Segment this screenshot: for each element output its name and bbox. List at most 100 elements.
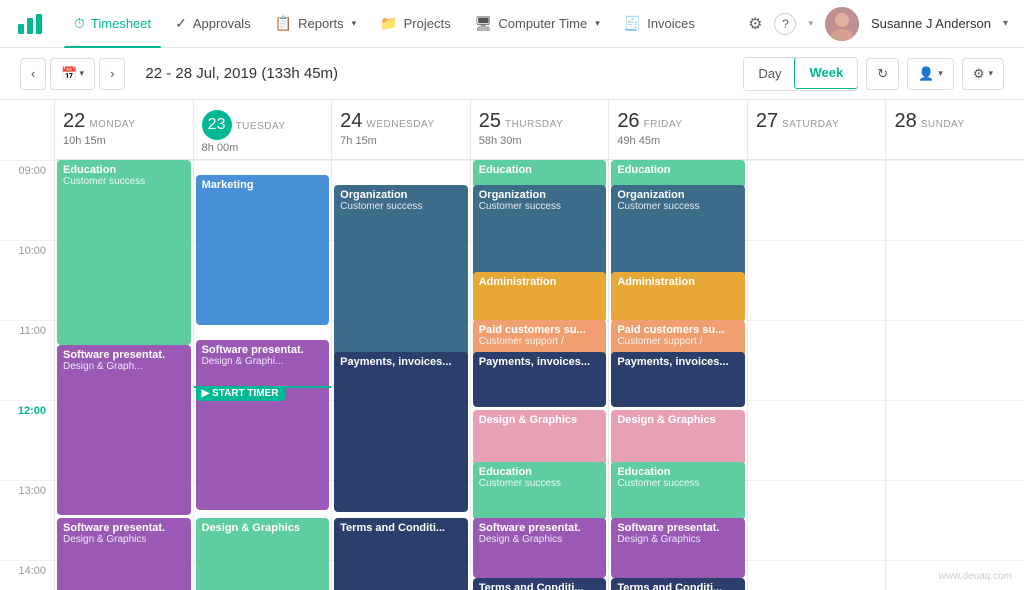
event-subtitle: Customer success <box>479 201 601 212</box>
check-icon: ✓ <box>175 15 187 32</box>
day-name-24: WEDNESDAY <box>366 119 434 130</box>
day-name-22: MONDAY <box>89 119 135 130</box>
day-column-23: 23TUESDAY8h 00mMarketingSoftware present… <box>194 100 333 590</box>
day-header-25: 25THURSDAY58h 30m <box>471 100 609 160</box>
day-body-24: OrganizationCustomer successPayments, in… <box>332 160 470 590</box>
calendar-icon: 📅 <box>61 66 77 82</box>
hour-line-4 <box>748 480 886 560</box>
event-block[interactable]: Software presentat.Design & Graphi... <box>196 340 330 510</box>
hour-line-4 <box>886 480 1024 560</box>
calendar-settings-icon: ⚙ <box>973 66 985 82</box>
nav-invoices[interactable]: 🧾 Invoices <box>614 0 705 48</box>
nav-computer-time[interactable]: 🖥 Computer Time ▾ <box>465 0 610 48</box>
event-block[interactable]: Software presentat.Design & Graphics <box>57 518 191 590</box>
event-block[interactable]: Design & Graphics <box>473 410 607 465</box>
day-total-26: 49h 45m <box>617 135 739 147</box>
nav-approvals[interactable]: ✓ Approvals <box>165 0 261 48</box>
hour-line-0 <box>886 160 1024 240</box>
event-block[interactable]: EducationCustomer success <box>473 462 607 520</box>
event-subtitle: Design & Graphics <box>617 534 739 545</box>
event-title: Payments, invoices... <box>617 356 739 368</box>
help-icon[interactable]: ? <box>774 13 796 35</box>
user-filter-button[interactable]: 👤 ▾ <box>907 58 954 90</box>
reports-chevron-icon: ▾ <box>352 18 357 29</box>
day-body-22: EducationCustomer successSoftware presen… <box>55 160 193 590</box>
monitor-icon: 🖥 <box>475 15 493 32</box>
next-button[interactable]: › <box>99 58 125 90</box>
event-title: Design & Graphics <box>202 522 324 534</box>
event-title: Software presentat. <box>63 522 185 534</box>
start-timer-button[interactable]: ▶ START TIMER <box>196 386 285 401</box>
event-title: Education <box>63 164 185 176</box>
event-title: Organization <box>479 189 601 201</box>
avatar[interactable] <box>825 7 859 41</box>
hour-line-1 <box>748 240 886 320</box>
refresh-button[interactable]: ↻ <box>866 58 899 90</box>
week-view-button[interactable]: Week <box>794 57 858 89</box>
day-total-22: 10h 15m <box>63 135 185 147</box>
event-title: Payments, invoices... <box>340 356 462 368</box>
day-name-27: SATURDAY <box>782 119 839 130</box>
nav-projects[interactable]: 📁 Projects <box>370 0 460 48</box>
event-subtitle: Customer success <box>63 176 185 187</box>
event-block[interactable]: Education <box>473 160 607 188</box>
hour-line-5 <box>748 560 886 590</box>
event-block[interactable]: Design & Graphics <box>196 518 330 590</box>
day-header-28: 28SUNDAY <box>886 100 1024 160</box>
event-block[interactable]: Software presentat.Design & Graphics <box>611 518 745 578</box>
event-block[interactable]: Software presentat.Design & Graph... <box>57 345 191 515</box>
day-name-25: THURSDAY <box>505 119 563 130</box>
user-name[interactable]: Susanne J Anderson <box>871 16 991 31</box>
prev-button[interactable]: ‹ <box>20 58 46 90</box>
event-title: Design & Graphics <box>617 414 739 426</box>
clock-icon: ⏱ <box>74 15 85 32</box>
day-column-24: 24WEDNESDAY7h 15mOrganizationCustomer su… <box>332 100 471 590</box>
hour-line-3 <box>748 400 886 480</box>
logo[interactable] <box>16 10 44 38</box>
event-subtitle: Customer support / <box>617 336 739 347</box>
nav-reports[interactable]: 📋 Reports ▾ <box>265 0 367 48</box>
calendar-button[interactable]: 📅 ▾ <box>50 58 95 90</box>
time-1300: 13:00 <box>0 480 54 560</box>
event-block[interactable]: Design & Graphics <box>611 410 745 465</box>
top-nav: ⏱ Timesheet ✓ Approvals 📋 Reports ▾ 📁 Pr… <box>0 0 1024 48</box>
event-block[interactable]: Payments, invoices... <box>611 352 745 407</box>
view-toggle: Day Week <box>743 57 858 91</box>
calendar-settings-button[interactable]: ⚙ ▾ <box>962 58 1004 90</box>
event-title: Terms and Conditi... <box>479 582 601 590</box>
event-title: Software presentat. <box>202 344 324 356</box>
event-block[interactable]: EducationCustomer success <box>611 462 745 520</box>
day-body-26: EducationOrganizationCustomer successAdm… <box>609 160 747 590</box>
toolbar: ‹ 📅 ▾ › 22 - 28 Jul, 2019 (133h 45m) Day… <box>0 48 1024 100</box>
nav-timesheet[interactable]: ⏱ Timesheet <box>64 0 161 48</box>
day-number-22: 22 <box>63 110 85 132</box>
event-block[interactable]: Payments, invoices... <box>473 352 607 407</box>
event-block[interactable]: Education <box>611 160 745 188</box>
day-column-26: 26FRIDAY49h 45mEducationOrganizationCust… <box>609 100 748 590</box>
event-subtitle: Customer support / <box>479 336 601 347</box>
event-block[interactable]: EducationCustomer success <box>57 160 191 345</box>
day-header-26: 26FRIDAY49h 45m <box>609 100 747 160</box>
event-block[interactable]: Administration <box>473 272 607 322</box>
day-header-27: 27 SATURDAY <box>748 100 886 160</box>
day-total-24: 7h 15m <box>340 135 462 147</box>
day-number-27: 27 <box>756 110 778 132</box>
event-title: Software presentat. <box>63 349 185 361</box>
event-block[interactable]: Terms and Conditi... <box>473 578 607 590</box>
event-title: Education <box>479 466 601 478</box>
event-block[interactable]: Terms and Conditi... <box>334 518 468 590</box>
hour-line-3 <box>886 400 1024 480</box>
day-view-button[interactable]: Day <box>744 58 795 90</box>
settings-nav-icon[interactable]: ⚙ <box>748 14 762 34</box>
event-block[interactable]: Marketing <box>196 175 330 325</box>
time-0900: 09:00 <box>0 160 54 240</box>
report-icon: 📋 <box>275 15 292 32</box>
event-subtitle: Customer success <box>479 478 601 489</box>
event-block[interactable]: Software presentat.Design & Graphics <box>473 518 607 578</box>
days-container: 22MONDAY10h 15mEducationCustomer success… <box>55 100 1024 590</box>
invoice-icon: 🧾 <box>624 15 641 32</box>
event-title: Administration <box>617 276 739 288</box>
event-block[interactable]: Administration <box>611 272 745 322</box>
event-block[interactable]: Payments, invoices... <box>334 352 468 512</box>
event-block[interactable]: Terms and Conditi... <box>611 578 745 590</box>
